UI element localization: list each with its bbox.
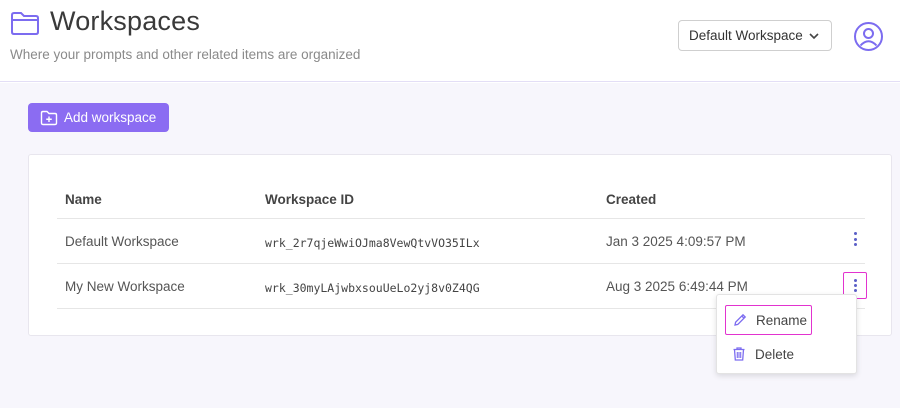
trash-icon	[733, 347, 745, 361]
page-subtitle: Where your prompts and other related ite…	[10, 47, 361, 62]
delete-label: Delete	[755, 346, 795, 362]
add-folder-icon	[40, 110, 58, 125]
column-header-created: Created	[606, 192, 657, 207]
column-header-workspace-id: Workspace ID	[265, 192, 355, 207]
row-1-name: Default Workspace	[65, 234, 179, 249]
workspace-select[interactable]: Default Workspace	[678, 20, 832, 51]
chevron-down-icon	[809, 33, 819, 40]
row-divider	[57, 263, 865, 264]
page-header: Workspaces Where your prompts and other …	[0, 0, 900, 82]
rename-label: Rename	[756, 312, 808, 328]
add-workspace-button[interactable]: Add workspace	[28, 103, 169, 132]
row-1-more-options-icon[interactable]	[844, 226, 866, 252]
header-divider	[57, 218, 865, 219]
page-title: Workspaces	[50, 6, 201, 36]
row-1-created: Jan 3 2025 4:09:57 PM	[606, 234, 746, 249]
workspace-select-value: Default Workspace	[689, 28, 803, 43]
row-1-workspace-id: wrk_2r7qjeWwiOJma8VewQtvVO35ILx	[265, 236, 480, 250]
pencil-icon	[734, 313, 747, 326]
add-workspace-label: Add workspace	[64, 110, 157, 125]
column-header-name: Name	[65, 192, 102, 207]
delete-menu-item[interactable]: Delete	[725, 339, 812, 369]
user-circle-icon[interactable]	[853, 21, 884, 52]
row-2-workspace-id: wrk_30myLAjwbxsouUeLo2yj8v0Z4QG	[265, 281, 480, 295]
rename-menu-item[interactable]: Rename	[725, 305, 812, 335]
row-2-created: Aug 3 2025 6:49:44 PM	[606, 279, 748, 294]
row-context-menu: Rename Delete	[716, 294, 857, 374]
folder-icon	[11, 12, 39, 35]
row-2-name: My New Workspace	[65, 279, 185, 294]
